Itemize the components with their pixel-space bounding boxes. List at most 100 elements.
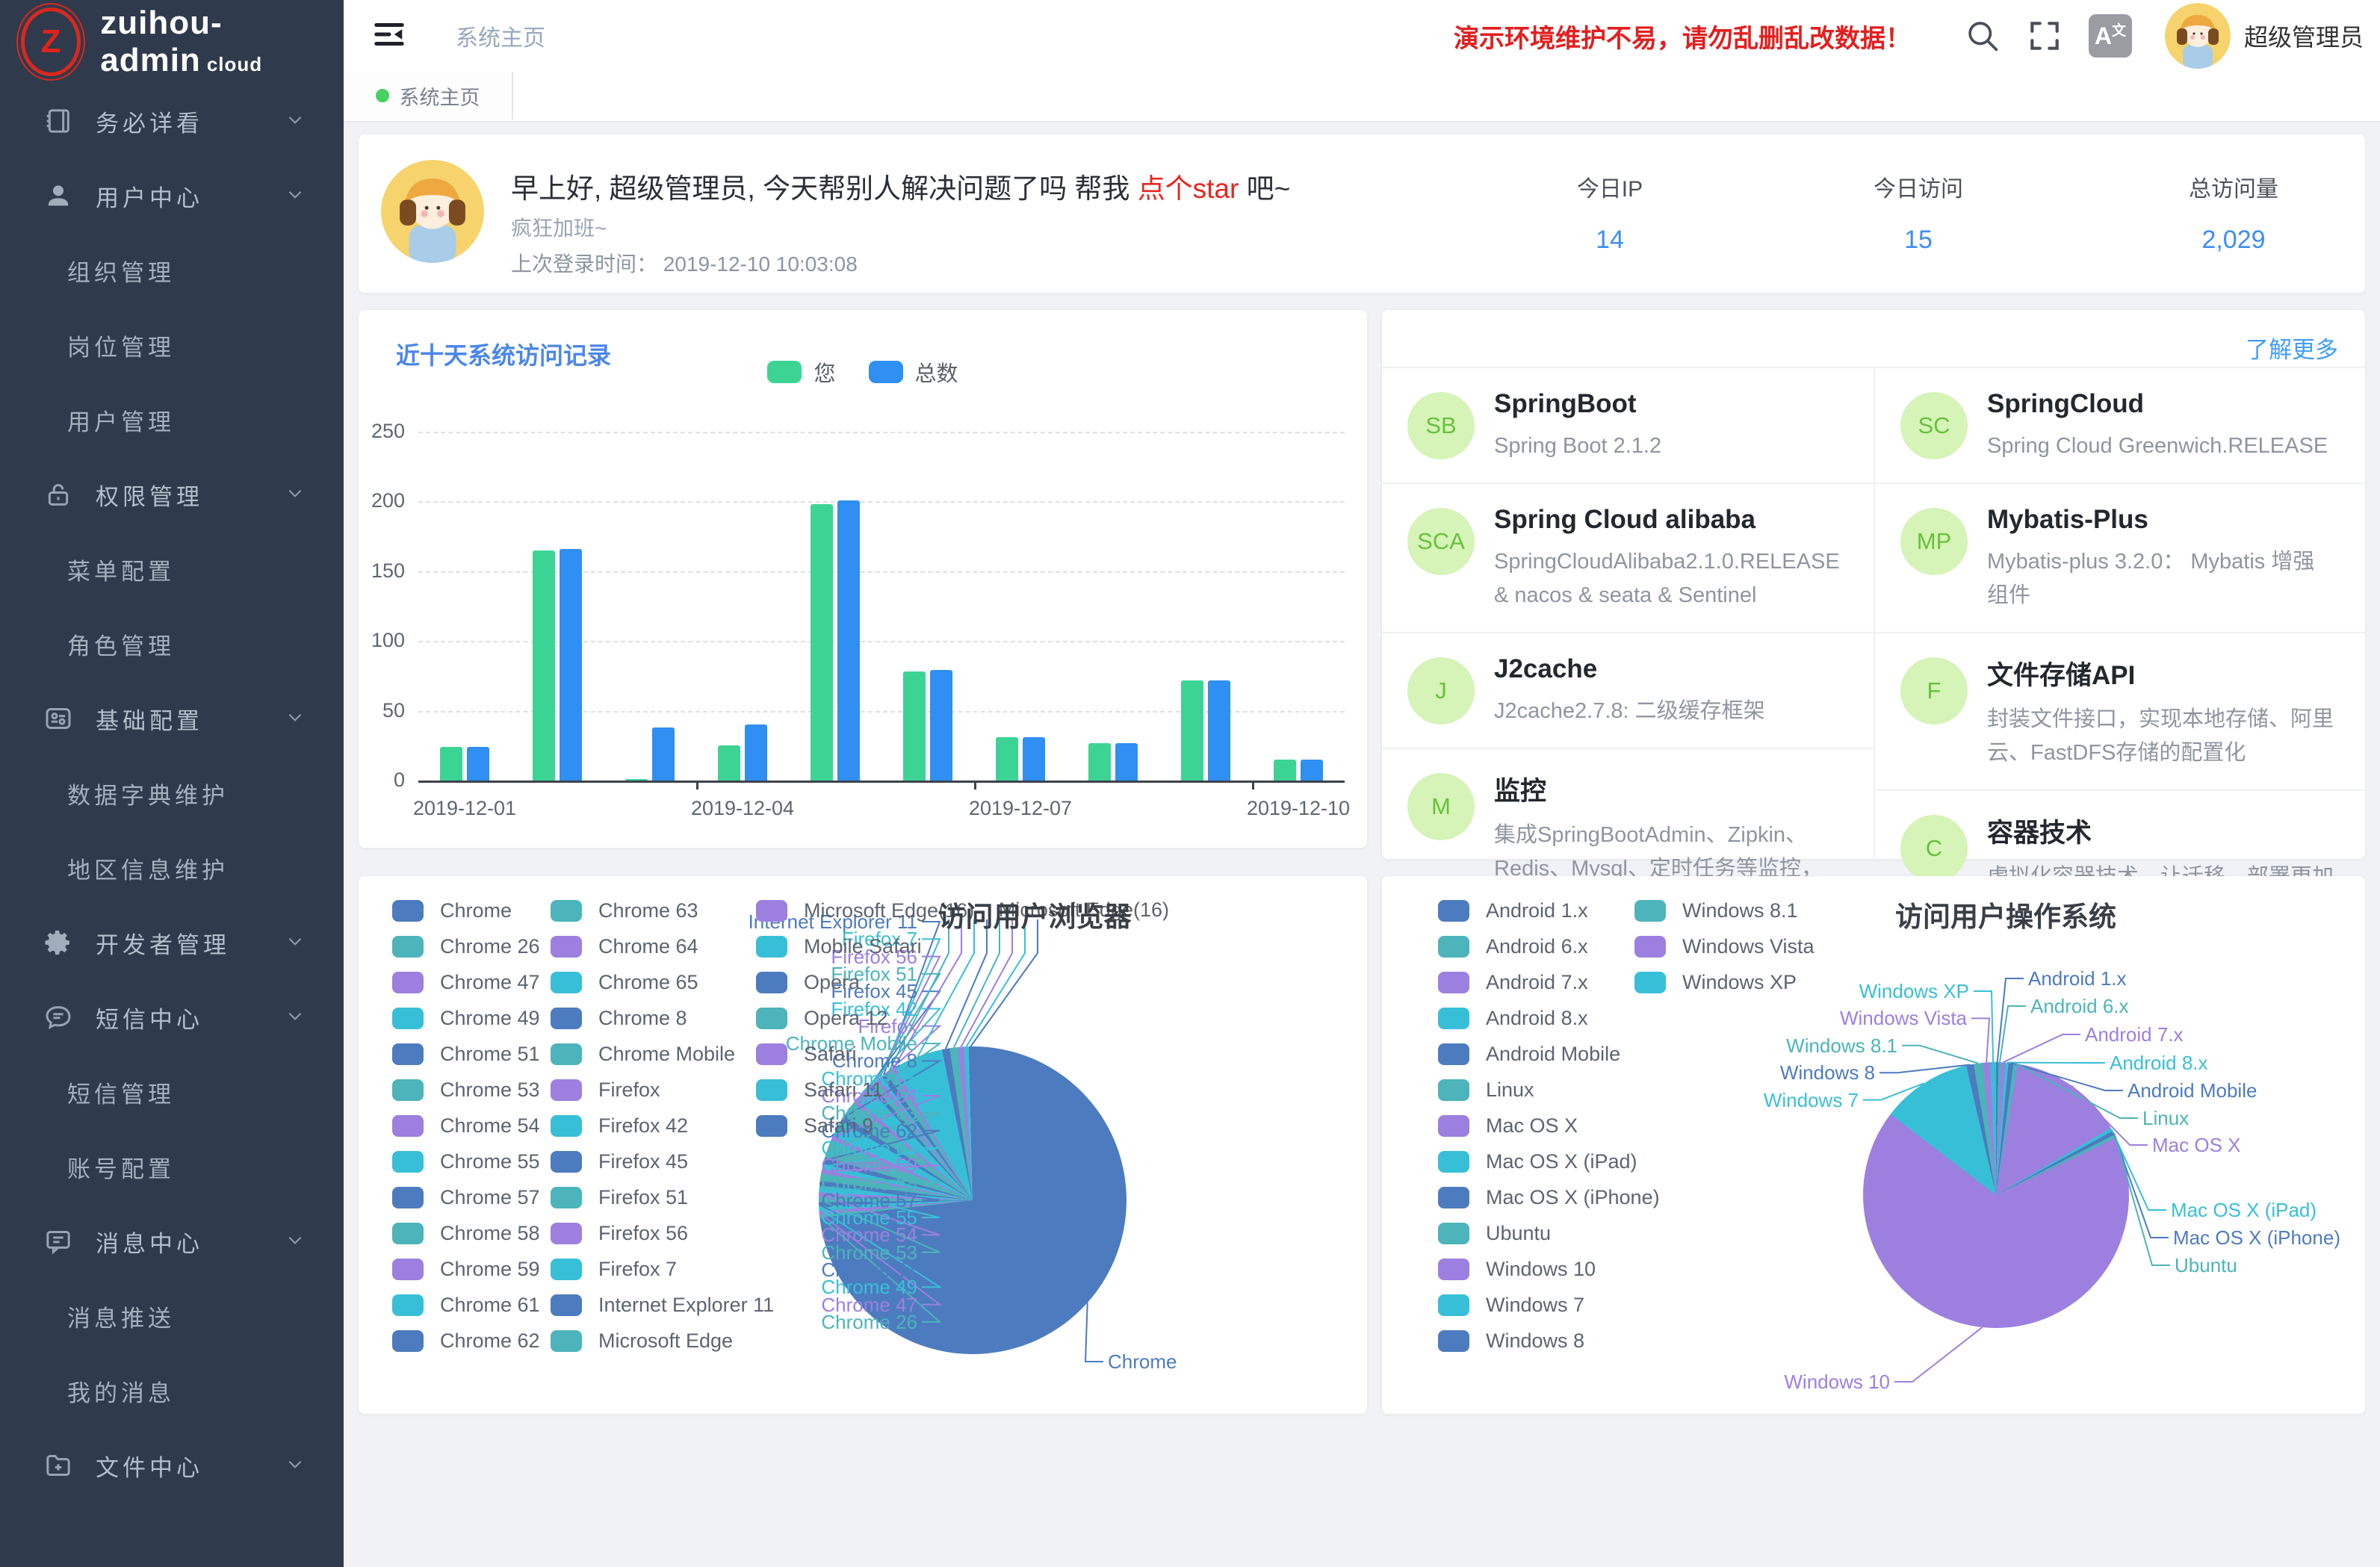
sidebar-item-label: 短信管理 (67, 1076, 175, 1109)
sidebar-item-10[interactable]: 地区信息维护 (0, 831, 344, 905)
legend-item-Safari 9[interactable]: Safari 9 (756, 1114, 873, 1138)
legend-item-Firefox 56[interactable]: Firefox 56 (551, 1222, 688, 1245)
fullscreen-icon[interactable] (2026, 17, 2063, 55)
avatar[interactable] (2165, 3, 2231, 69)
legend-item-Windows Vista[interactable]: Windows Vista (1634, 935, 1815, 958)
legend-item-您[interactable]: 您 (767, 356, 835, 388)
top-header: 系统主页 演示环境维护不易，请勿乱删乱改数据！ A文 (344, 0, 2380, 72)
callout-Windows Vista: Windows Vista (1840, 1007, 1967, 1030)
sidebar-item-15[interactable]: 消息中心 (0, 1204, 344, 1279)
sidebar-item-17[interactable]: 我的消息 (0, 1353, 344, 1428)
legend-item-Chrome[interactable]: Chrome (392, 899, 512, 922)
legend-item-Chrome 8[interactable]: Chrome 8 (551, 1007, 687, 1030)
legend-item-Opera 12[interactable]: Opera 12 (756, 1007, 888, 1030)
sidebar-item-1[interactable]: 用户中心 (0, 158, 344, 233)
legend-item-Opera[interactable]: Opera (756, 971, 860, 994)
sidebar-item-9[interactable]: 数据字典维护 (0, 756, 344, 831)
sidebar-item-8[interactable]: 基础配置 (0, 681, 344, 756)
tech-item-title: Mybatis-Plus (1987, 505, 2335, 535)
legend-item-Chrome 62[interactable]: Chrome 62 (392, 1329, 540, 1353)
legend-item-Windows 8[interactable]: Windows 8 (1438, 1329, 1584, 1353)
sidebar-item-13[interactable]: 短信管理 (0, 1055, 344, 1129)
legend-item-Mac OS X[interactable]: Mac OS X (1438, 1114, 1578, 1138)
legend-item-Ubuntu[interactable]: Ubuntu (1438, 1222, 1551, 1245)
learn-more-link[interactable]: 了解更多 (2246, 331, 2338, 364)
legend-label: Linux (1486, 1079, 1534, 1102)
legend-item-Chrome 55[interactable]: Chrome 55 (392, 1150, 540, 1173)
sidebar-item-6[interactable]: 菜单配置 (0, 532, 344, 606)
sidebar-item-5[interactable]: 权限管理 (0, 457, 344, 532)
legend-item-Chrome 49[interactable]: Chrome 49 (392, 1007, 540, 1030)
legend-label: Safari 11 (804, 1079, 883, 1102)
legend-item-Internet Explorer 11[interactable]: Internet Explorer 11 (551, 1294, 774, 1317)
legend-item-Chrome 64[interactable]: Chrome 64 (551, 935, 698, 958)
sidebar-item-11[interactable]: 开发者管理 (0, 905, 344, 980)
legend-item-Mobile Safari[interactable]: Mobile Safari (756, 935, 922, 958)
sidebar-item-16[interactable]: 消息推送 (0, 1279, 344, 1353)
sidebar-collapse-icon[interactable] (372, 17, 406, 55)
search-icon[interactable] (1963, 16, 2002, 55)
legend-item-Windows 10[interactable]: Windows 10 (1438, 1258, 1596, 1281)
legend-item-Android 6.x[interactable]: Android 6.x (1438, 935, 1588, 958)
legend-item-Android 7.x[interactable]: Android 7.x (1438, 971, 1588, 994)
callout-Windows 7: Windows 7 (1764, 1089, 1859, 1112)
legend-item-Android 8.x[interactable]: Android 8.x (1438, 1007, 1588, 1030)
sidebar-item-18[interactable]: 文件中心 (0, 1428, 344, 1503)
x-axis-tick (974, 781, 976, 789)
sidebar-item-label: 组织管理 (67, 254, 175, 288)
legend-label: Chrome 59 (440, 1258, 540, 1281)
legend-item-Windows 8.1[interactable]: Windows 8.1 (1634, 899, 1798, 922)
legend-item-Mac OS X (iPad)[interactable]: Mac OS X (iPad) (1438, 1150, 1637, 1173)
stat-today-ip: 今日IP14 (1498, 170, 1722, 255)
dashboard-page: Z zuihou-admincloud 务必详看用户中心组织管理岗位管理用户管理… (0, 0, 2380, 1567)
legend-item-Android 1.x[interactable]: Android 1.x (1438, 899, 1588, 922)
legend-item-Firefox 42[interactable]: Firefox 42 (551, 1114, 688, 1138)
legend-item-Chrome 54[interactable]: Chrome 54 (392, 1114, 540, 1138)
star-link[interactable]: 点个star (1138, 173, 1239, 204)
legend-item-Chrome 51[interactable]: Chrome 51 (392, 1043, 540, 1066)
legend-item-Safari 11[interactable]: Safari 11 (756, 1079, 883, 1102)
legend-item-Chrome 61[interactable]: Chrome 61 (392, 1294, 540, 1317)
language-icon[interactable]: A文 (2089, 14, 2132, 58)
legend-item-Chrome 47[interactable]: Chrome 47 (392, 971, 540, 994)
sidebar-item-3[interactable]: 岗位管理 (0, 308, 344, 382)
sidebar-item-7[interactable]: 角色管理 (0, 606, 344, 681)
legend-item-Chrome 59[interactable]: Chrome 59 (392, 1258, 540, 1281)
legend-item-Firefox 51[interactable]: Firefox 51 (551, 1186, 688, 1209)
legend-item-总数[interactable]: 总数 (869, 356, 958, 388)
bar-总数-2019-12-01 (467, 747, 489, 781)
legend-item-Linux[interactable]: Linux (1438, 1079, 1534, 1102)
legend-item-Chrome 53[interactable]: Chrome 53 (392, 1079, 540, 1102)
legend-item-Firefox[interactable]: Firefox (551, 1079, 660, 1102)
legend-item-Windows XP[interactable]: Windows XP (1634, 971, 1797, 994)
legend-item-Windows 7[interactable]: Windows 7 (1438, 1294, 1584, 1317)
sidebar-item-2[interactable]: 组织管理 (0, 233, 344, 308)
legend-label: Windows 8.1 (1682, 899, 1798, 922)
current-user-name[interactable]: 超级管理员 (2244, 19, 2364, 53)
legend-item-Safari[interactable]: Safari (756, 1043, 857, 1066)
legend-item-Chrome 58[interactable]: Chrome 58 (392, 1222, 540, 1245)
legend-item-Mac OS X (iPhone)[interactable]: Mac OS X (iPhone) (1438, 1186, 1660, 1209)
legend-label: Microsoft Edge (598, 1329, 733, 1353)
legend-item-Chrome 57[interactable]: Chrome 57 (392, 1186, 540, 1209)
legend-item-Microsoft Edge[interactable]: Microsoft Edge (551, 1329, 733, 1353)
legend-item-Chrome Mobile[interactable]: Chrome Mobile (551, 1043, 735, 1066)
legend-item-Chrome 63[interactable]: Chrome 63 (551, 899, 698, 922)
sidebar-item-0[interactable]: 务必详看 (0, 84, 344, 158)
sidebar-item-label: 菜单配置 (67, 553, 175, 586)
legend-item-Firefox 7[interactable]: Firefox 7 (551, 1258, 677, 1281)
tab-home[interactable]: 系统主页 (344, 72, 513, 120)
legend-item-Chrome 26[interactable]: Chrome 26 (392, 935, 540, 958)
legend-swatch (869, 361, 903, 383)
callout-Windows 10: Windows 10 (1784, 1371, 1890, 1394)
sidebar-item-4[interactable]: 用户管理 (0, 382, 344, 457)
sidebar-item-14[interactable]: 账号配置 (0, 1129, 344, 1204)
legend-swatch (1438, 1151, 1469, 1173)
sidebar-item-12[interactable]: 短信中心 (0, 980, 344, 1055)
sliders-icon (43, 704, 73, 733)
y-tick-label: 50 (353, 699, 405, 722)
legend-item-Firefox 45[interactable]: Firefox 45 (551, 1150, 688, 1173)
legend-item-Chrome 65[interactable]: Chrome 65 (551, 971, 698, 994)
pie-leader-line (1902, 1046, 1978, 1064)
legend-item-Android Mobile[interactable]: Android Mobile (1438, 1043, 1620, 1066)
